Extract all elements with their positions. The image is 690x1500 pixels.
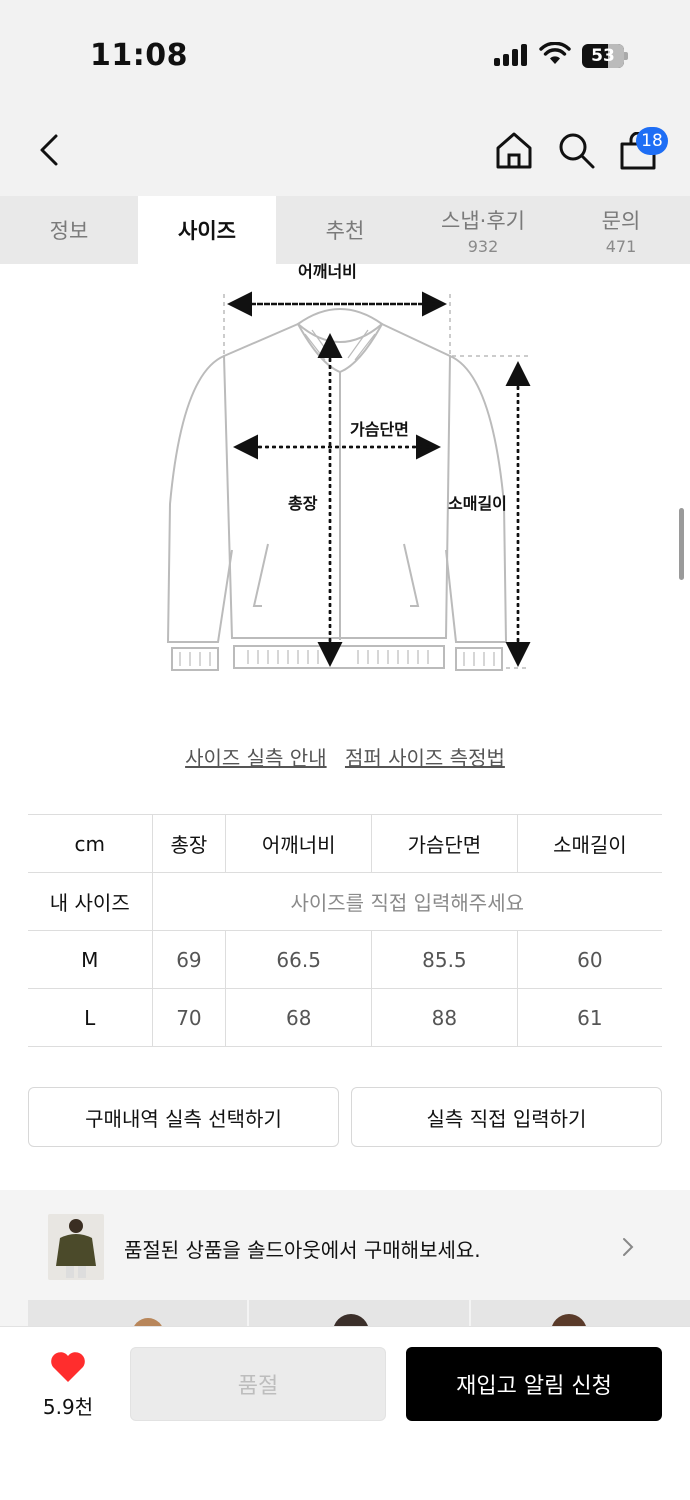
wifi-icon	[539, 42, 571, 64]
jacket-outline-illustration	[166, 291, 531, 671]
status-time: 11:08	[90, 38, 188, 73]
promo-text: 품절된 상품을 솔드아웃에서 구매해보세요.	[124, 1238, 481, 1262]
table-cell: 66.5	[225, 930, 372, 989]
column-header: 총장	[151, 814, 226, 873]
bottom-purchase-bar: 5.9천 품절 재입고 알림 신청	[0, 1326, 690, 1500]
tab-label: 정보	[49, 219, 89, 243]
table-cell: 70	[151, 988, 226, 1047]
tab-label: 스냅·후기	[441, 208, 525, 233]
table-header-row: cm 총장 어깨너비 가슴단면 소매길이	[28, 814, 662, 873]
cellular-signal-icon	[494, 44, 530, 66]
status-bar: 11:08 53	[0, 0, 690, 100]
select-purchase-history-button[interactable]: 구매내역 실측 선택하기	[28, 1087, 339, 1147]
soldout-button: 품절	[130, 1347, 386, 1421]
shoulder-label: 어깨너비	[298, 262, 357, 281]
tab-info[interactable]: 정보	[0, 196, 138, 264]
chest-label: 가슴단면	[350, 420, 409, 439]
my-size-row[interactable]: 내 사이즈 사이즈를 직접 입력해주세요	[28, 872, 662, 931]
tab-size[interactable]: 사이즈	[138, 196, 276, 264]
scrollbar-indicator[interactable]	[679, 508, 684, 580]
tab-label: 사이즈	[178, 219, 236, 243]
jumper-measure-method-link[interactable]: 점퍼 사이즈 측정법	[345, 746, 505, 770]
product-tabs: 정보 사이즈 추천 스냅·후기 932 문의 471	[0, 196, 690, 264]
table-cell: 60	[516, 930, 662, 989]
column-header: 소매길이	[516, 814, 662, 873]
size-name: M	[28, 930, 152, 989]
tab-snap-review[interactable]: 스냅·후기 932	[414, 196, 552, 264]
unit-header: cm	[28, 814, 152, 873]
sleeve-label: 소매길이	[448, 494, 507, 513]
soldout-promo-banner[interactable]: 품절된 상품을 솔드아웃에서 구매해보세요.	[0, 1190, 690, 1330]
tab-inquiry[interactable]: 문의 471	[552, 196, 690, 264]
chevron-left-icon[interactable]	[30, 130, 70, 170]
table-cell: 61	[516, 988, 662, 1047]
table-cell: 68	[225, 988, 372, 1047]
table-cell: 85.5	[371, 930, 518, 989]
table-row: L 70 68 88 61	[28, 988, 662, 1047]
like-button[interactable]: 5.9천	[38, 1351, 98, 1420]
cart-count-badge: 18	[636, 127, 668, 155]
table-row: M 69 66.5 85.5 60	[28, 930, 662, 989]
battery-level: 53	[591, 46, 615, 66]
size-measure-guide-link[interactable]: 사이즈 실측 안내	[185, 746, 327, 770]
tab-count: 932	[467, 236, 499, 256]
table-cell: 88	[371, 988, 518, 1047]
product-thumbnail	[48, 1214, 104, 1280]
size-action-buttons: 구매내역 실측 선택하기 실측 직접 입력하기	[28, 1087, 662, 1147]
size-table: cm 총장 어깨너비 가슴단면 소매길이 내 사이즈 사이즈를 직접 입력해주세…	[28, 814, 662, 1047]
search-icon[interactable]	[556, 130, 596, 170]
length-label: 총장	[288, 494, 318, 513]
tab-recommend[interactable]: 추천	[276, 196, 414, 264]
column-header: 가슴단면	[371, 814, 518, 873]
table-cell: 69	[151, 930, 226, 989]
tab-label: 문의	[601, 208, 641, 233]
home-icon[interactable]	[494, 130, 534, 170]
column-header: 어깨너비	[225, 814, 372, 873]
manual-size-input-button[interactable]: 실측 직접 입력하기	[351, 1087, 662, 1147]
tab-count: 471	[605, 236, 637, 256]
heart-icon	[51, 1352, 85, 1382]
my-size-input-prompt[interactable]: 사이즈를 직접 입력해주세요	[151, 872, 662, 931]
tab-label: 추천	[325, 219, 365, 243]
chevron-right-icon[interactable]	[620, 1236, 636, 1258]
size-measurement-diagram: 어깨너비 가슴단면 총장 소매길이	[0, 262, 690, 714]
size-name: L	[28, 988, 152, 1047]
battery-icon: 53	[582, 44, 628, 68]
size-guide-links: 사이즈 실측 안내 점퍼 사이즈 측정법	[0, 742, 690, 771]
like-count: 5.9천	[42, 1395, 94, 1419]
my-size-label: 내 사이즈	[28, 872, 152, 931]
restock-alert-button[interactable]: 재입고 알림 신청	[406, 1347, 662, 1421]
